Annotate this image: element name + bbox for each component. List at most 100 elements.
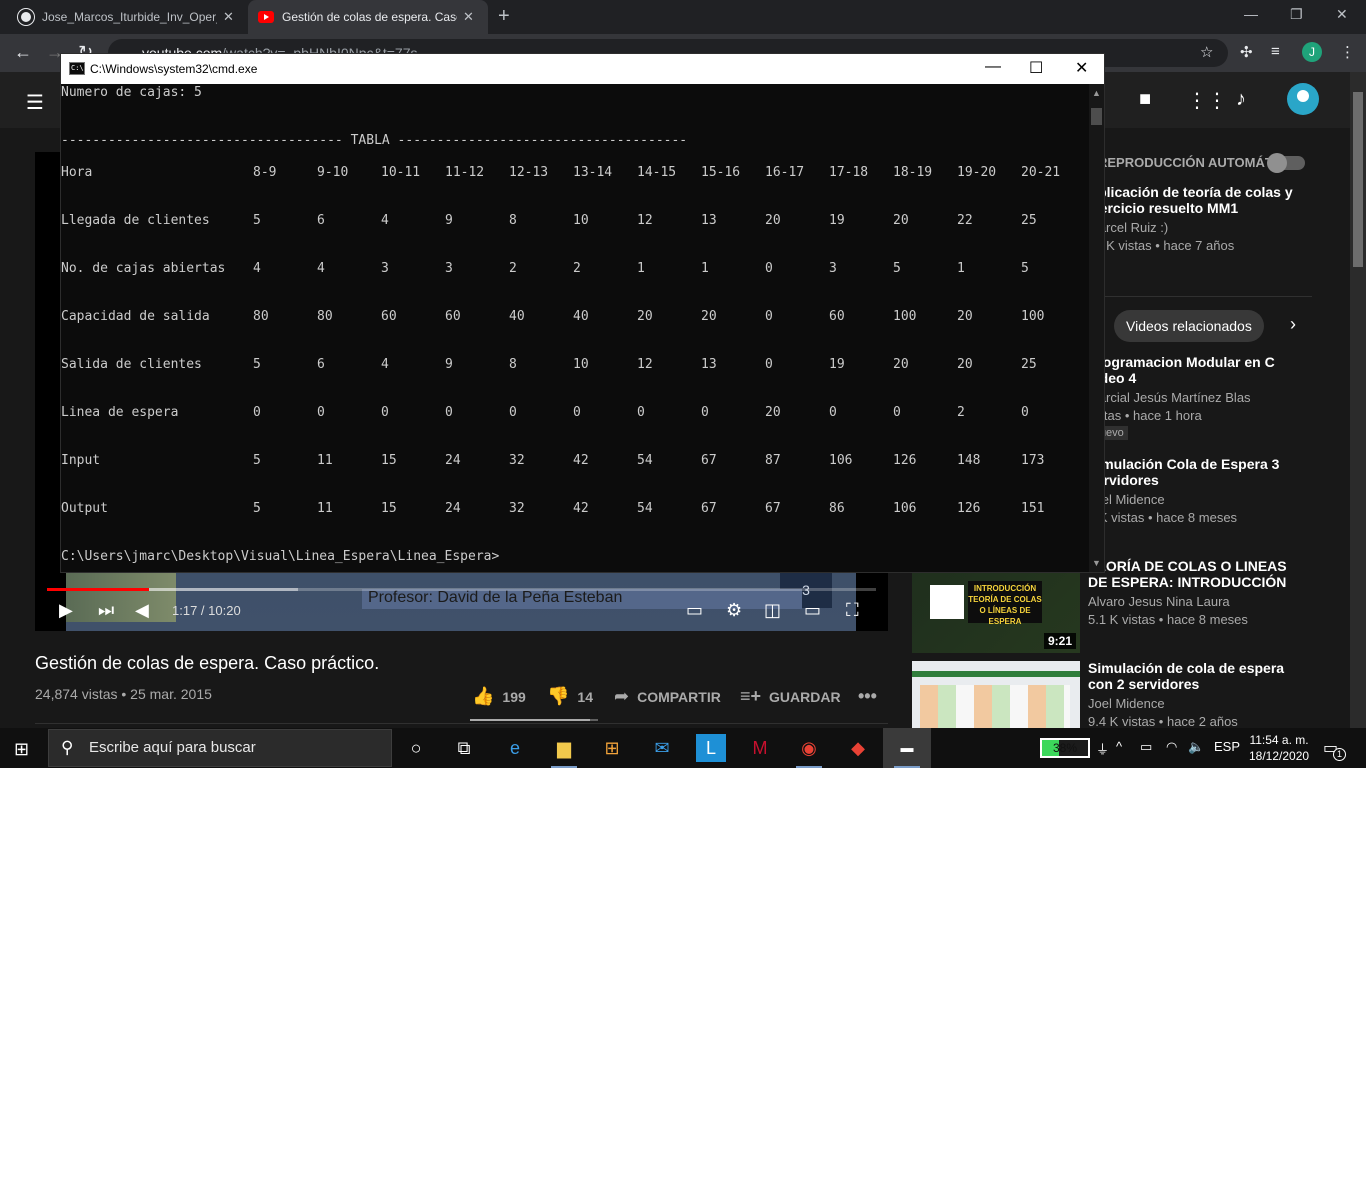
table-row: Llegada de clientes 5 6 4 9 8 10 12 13 20 19 20 22 25: [61, 213, 1089, 229]
cmd-minimize-button[interactable]: —: [985, 58, 1001, 76]
next-icon[interactable]: ⏭: [98, 600, 114, 621]
scrollbar-thumb[interactable]: [1353, 92, 1363, 267]
bookmark-star-icon[interactable]: ☆: [1200, 43, 1213, 61]
taskbar-search[interactable]: ⚲: [48, 729, 392, 767]
mcafee-icon[interactable]: M: [745, 734, 775, 762]
related-thumbnail[interactable]: INTRODUCCIÓN TEORÍA DE COLAS O LÍNEAS DE…: [912, 571, 1080, 653]
related-title: Programacion Modular en C video 4: [1088, 354, 1275, 386]
table-cell: 3: [445, 261, 453, 276]
table-cell: 0: [509, 405, 517, 420]
hamburger-menu-icon[interactable]: ☰: [26, 90, 44, 115]
related-video-2[interactable]: Programacion Modular en C video 4 Marcia…: [1088, 354, 1308, 441]
browser-window: Jose_Marcos_Iturbide_Inv_Oper_I ✕ Gestió…: [0, 0, 1366, 768]
close-window-button[interactable]: ✕: [1336, 6, 1348, 23]
tab-github[interactable]: Jose_Marcos_Iturbide_Inv_Oper_I ✕: [8, 0, 244, 34]
chevron-right-icon[interactable]: ›: [1290, 314, 1296, 335]
page-scrollbar[interactable]: [1350, 72, 1366, 728]
file-explorer-icon[interactable]: ▆: [549, 734, 579, 768]
volume-icon[interactable]: 🔈: [1188, 739, 1204, 755]
table-cell: 18-19: [893, 165, 933, 180]
extensions-puzzle-icon[interactable]: ✣: [1240, 43, 1253, 61]
dislike-button[interactable]: 👎 14: [547, 686, 593, 707]
table-cell: 60: [829, 309, 845, 324]
related-title: Simulación de cola de espera con 2 servi…: [1088, 660, 1285, 692]
related-video-3[interactable]: Simulación Cola de Espera 3 servidores J…: [1088, 456, 1308, 525]
show-hidden-icons-chevron-icon[interactable]: ^: [1116, 739, 1122, 754]
create-video-icon[interactable]: ■: [1139, 88, 1151, 111]
media-control-icon[interactable]: ≡: [1271, 43, 1280, 60]
play-icon[interactable]: ▶: [59, 600, 73, 621]
tab-youtube[interactable]: Gestión de colas de espera. Caso práctic…: [248, 0, 488, 34]
close-tab-icon[interactable]: ✕: [223, 9, 234, 25]
mail-icon[interactable]: ✉: [647, 734, 677, 762]
row-label: Llegada de clientes: [61, 213, 210, 228]
table-cell: 4: [381, 213, 389, 228]
share-button[interactable]: ➦ COMPARTIR: [614, 686, 721, 707]
cmd-output[interactable]: Numero de cajas: 5 ---------------------…: [61, 84, 1089, 572]
related-channel: Joel Midence: [1088, 696, 1165, 711]
table-cell: 10: [573, 213, 589, 228]
language-indicator[interactable]: ESP: [1214, 739, 1240, 754]
chrome-icon[interactable]: ◉: [794, 734, 824, 768]
theater-mode-icon[interactable]: ▭: [804, 600, 821, 621]
subtitles-icon[interactable]: ▭: [686, 600, 703, 621]
cmd-taskbar-icon[interactable]: ▬: [892, 734, 922, 768]
cmd-maximize-button[interactable]: ☐: [1029, 58, 1043, 78]
cmd-close-button[interactable]: ✕: [1075, 58, 1088, 78]
dislike-count: 14: [577, 688, 593, 705]
related-video-4[interactable]: TEORÍA DE COLAS O LINEAS DE ESPERA: INTR…: [1088, 558, 1308, 627]
menu-kebab-icon[interactable]: ⋮: [1340, 43, 1355, 61]
wifi-icon[interactable]: ◠: [1166, 739, 1177, 755]
youtube-icon: [258, 11, 274, 23]
restore-window-button[interactable]: ❐: [1290, 6, 1303, 23]
windows-start-icon[interactable]: ⊞: [14, 739, 29, 760]
table-cell: 2: [957, 405, 965, 420]
search-input[interactable]: [89, 739, 379, 756]
profile-avatar[interactable]: J: [1302, 42, 1322, 62]
scrollbar-thumb[interactable]: [1091, 108, 1102, 125]
close-tab-icon[interactable]: ✕: [463, 9, 474, 25]
save-button[interactable]: ≡+ GUARDAR: [740, 686, 841, 707]
progress-bar[interactable]: [47, 588, 876, 591]
git-icon[interactable]: ◆: [843, 734, 873, 762]
battery-percent: 38%: [1052, 741, 1078, 755]
more-actions-button[interactable]: •••: [858, 686, 877, 707]
cmd-titlebar[interactable]: C:\ C:\Windows\system32\cmd.exe — ☐ ✕: [61, 54, 1104, 84]
autoplay-toggle[interactable]: [1267, 153, 1305, 173]
chip-related-videos[interactable]: Videos relacionados: [1114, 310, 1264, 342]
fullscreen-icon[interactable]: ⛶: [846, 600, 859, 621]
like-button[interactable]: 👍 199: [472, 686, 526, 707]
cmd-scrollbar[interactable]: ▲ ▼: [1089, 84, 1104, 572]
table-cell: 11: [317, 501, 333, 516]
edge-icon[interactable]: e: [500, 734, 530, 762]
related-video-5[interactable]: Simulación de cola de espera con 2 servi…: [1088, 660, 1308, 729]
table-cell: 6: [317, 357, 325, 372]
miniplayer-icon[interactable]: ◫: [764, 600, 781, 621]
account-avatar[interactable]: [1287, 83, 1319, 115]
cortana-icon[interactable]: ○: [401, 734, 431, 762]
task-view-icon[interactable]: ⧉: [449, 734, 479, 762]
battery-icon[interactable]: ▭: [1140, 739, 1152, 755]
table-cell: 5: [253, 501, 261, 516]
apps-grid-icon[interactable]: ⋮⋮: [1187, 88, 1227, 113]
related-title: Simulación Cola de Espera 3 servidores: [1088, 456, 1280, 488]
scroll-down-icon[interactable]: ▼: [1092, 558, 1101, 568]
new-tab-button[interactable]: +: [498, 5, 510, 28]
table-cell: 3: [381, 261, 389, 276]
related-meta: 3 K vistas • hace 8 meses: [1088, 510, 1238, 525]
plug-icon: ⏚: [1096, 742, 1110, 757]
minimize-window-button[interactable]: —: [1244, 6, 1258, 22]
table-row: Output 5 11 15 24 32 42 54 67 67 86 106 126 151: [61, 501, 1089, 517]
cmd-window[interactable]: C:\ C:\Windows\system32\cmd.exe — ☐ ✕ Nu…: [60, 53, 1105, 573]
battery-indicator[interactable]: 38%: [1040, 738, 1090, 758]
back-arrow-icon[interactable]: ←: [14, 42, 32, 63]
store-icon[interactable]: ⊞: [597, 734, 627, 762]
notifications-bell-icon[interactable]: ♪: [1236, 88, 1246, 111]
table-cell: 100: [1021, 309, 1045, 324]
volume-mute-icon[interactable]: ◀: [135, 600, 149, 621]
taskbar-clock[interactable]: 11:54 a. m. 18/12/2020: [1249, 732, 1309, 764]
settings-gear-icon[interactable]: ⚙: [726, 600, 742, 621]
related-video-1[interactable]: Aplicación de teoría de colas y ejercici…: [1088, 184, 1308, 253]
scroll-up-icon[interactable]: ▲: [1092, 88, 1101, 98]
lync-icon[interactable]: L: [696, 734, 726, 762]
